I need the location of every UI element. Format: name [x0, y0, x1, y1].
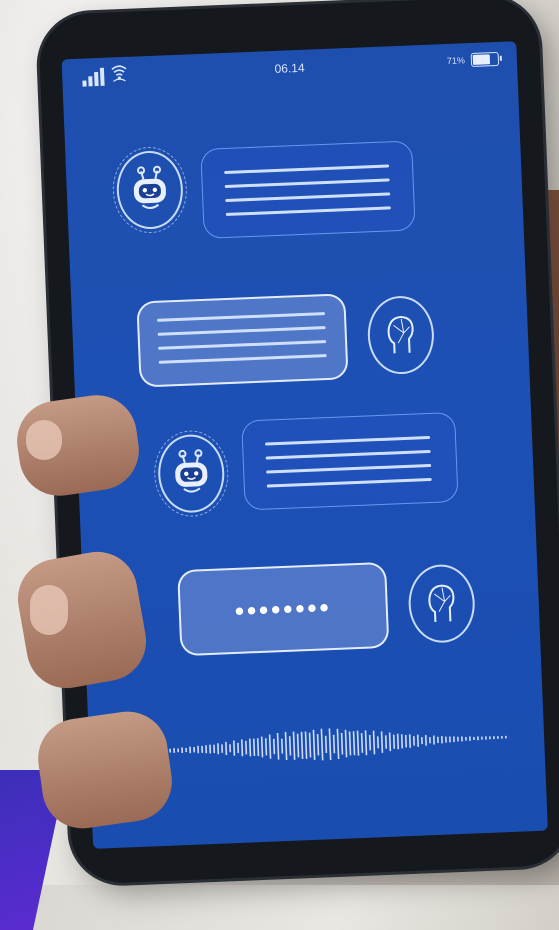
bot-message-bubble: [200, 140, 416, 239]
typing-indicator: ••••••••: [234, 592, 333, 626]
battery-percent: 71%: [446, 55, 466, 66]
robot-icon: [115, 149, 185, 231]
fingernail: [26, 420, 62, 460]
sound-wave-icon: [133, 728, 511, 761]
battery-icon: [470, 51, 502, 68]
user-message-bubble: [136, 293, 349, 388]
human-head-icon: [407, 563, 477, 644]
human-head-icon: [366, 294, 436, 376]
user-typing-bubble: ••••••••: [177, 561, 390, 657]
robot-icon: [156, 433, 226, 514]
fingernail: [30, 585, 68, 635]
bot-message-bubble: [241, 411, 459, 511]
status-bar: 06.14 71%: [62, 41, 518, 93]
